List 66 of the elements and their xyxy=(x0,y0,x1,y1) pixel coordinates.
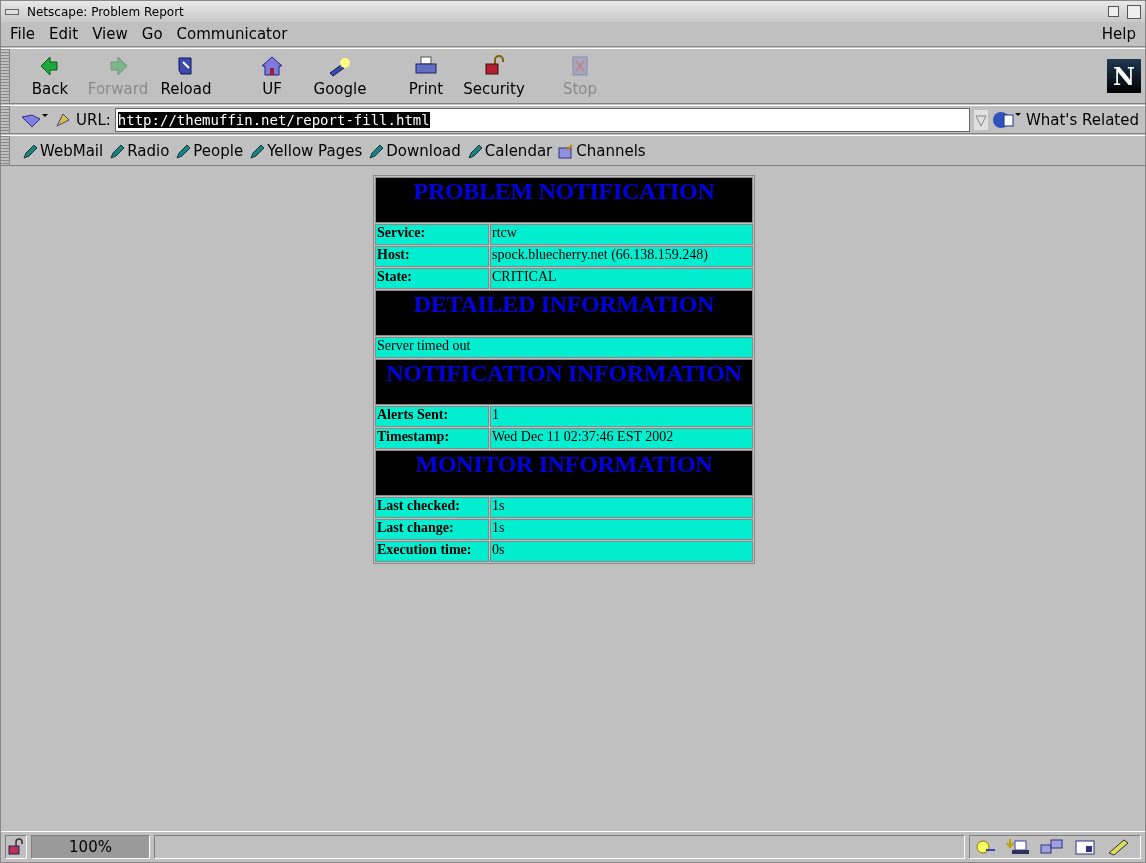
section-heading: PROBLEM NOTIFICATION xyxy=(375,177,753,223)
folder-icon xyxy=(558,142,575,159)
field-value: CRITICAL xyxy=(490,268,753,289)
bookmark-link[interactable]: Yellow Pages xyxy=(249,141,363,160)
field-label: Execution time: xyxy=(375,541,489,562)
bookmark-link[interactable]: Radio xyxy=(109,141,170,160)
menu-item[interactable]: File xyxy=(5,24,41,44)
bookmark-link[interactable]: WebMail xyxy=(22,141,104,160)
field-value: 0s xyxy=(490,541,753,562)
toolbar-grip[interactable] xyxy=(1,106,10,133)
window-menu-button[interactable] xyxy=(5,8,19,15)
url-field[interactable]: http://themuffin.net/report-fill.html xyxy=(114,107,970,132)
field-label: Last change: xyxy=(375,519,489,540)
padlock-icon xyxy=(6,838,26,856)
toolbar-grip[interactable] xyxy=(1,49,10,103)
toolbar-button[interactable]: UF xyxy=(238,52,306,100)
toolbar-button[interactable]: Print xyxy=(392,52,460,100)
chat-bubbles-icon[interactable] xyxy=(1040,838,1064,856)
bookmark-link[interactable]: Download xyxy=(368,141,461,160)
toolbar-button[interactable]: Security xyxy=(460,52,528,100)
menu-item[interactable]: Communicator xyxy=(171,24,293,44)
field-label: Alerts Sent: xyxy=(375,406,489,427)
house-icon xyxy=(259,54,285,78)
field-value: rtcw xyxy=(490,224,753,245)
menu-item[interactable]: Edit xyxy=(44,24,84,44)
minimize-button[interactable] xyxy=(1108,6,1119,17)
section-heading: NOTIFICATION INFORMATION xyxy=(375,359,753,405)
menu-item[interactable]: Go xyxy=(136,24,168,44)
section-heading: DETAILED INFORMATION xyxy=(375,290,753,336)
browser-logo: N xyxy=(1107,59,1141,93)
toolbar-button[interactable]: Reload xyxy=(152,52,220,100)
field-value: 1 xyxy=(490,406,753,427)
bookmark-link[interactable]: People xyxy=(175,141,244,160)
location-label: URL: xyxy=(76,110,111,129)
whats-related-button[interactable]: What's Related xyxy=(991,109,1145,130)
field-label: Service: xyxy=(375,224,489,245)
zoom-indicator: 100% xyxy=(31,835,150,859)
field-label: Host: xyxy=(375,246,489,267)
bookmark-icon xyxy=(368,142,385,159)
bookmark-icon xyxy=(22,142,38,159)
field-value: Wed Dec 11 02:37:46 EST 2002 xyxy=(490,428,753,449)
detail-text: Server timed out xyxy=(375,337,753,358)
field-value: 1s xyxy=(490,519,753,540)
field-label: State: xyxy=(375,268,489,289)
window-title: Netscape: Problem Report xyxy=(27,4,185,19)
field-label: Last checked: xyxy=(375,497,489,518)
toolbar-grip[interactable] xyxy=(1,136,10,165)
menu-item[interactable]: View xyxy=(87,24,133,44)
bookmark-link[interactable]: Channels xyxy=(558,141,646,160)
toolbar-button[interactable]: Google xyxy=(306,52,374,100)
bookmark-icon xyxy=(109,142,126,159)
address-card-icon[interactable] xyxy=(1074,838,1096,856)
field-value: spock.bluecherry.net (66.138.159.248) xyxy=(490,246,753,267)
bookmark-icon xyxy=(175,142,192,159)
field-value: 1s xyxy=(490,497,753,518)
field-label: Timestamp: xyxy=(375,428,489,449)
section-heading: MONITOR INFORMATION xyxy=(375,450,753,496)
bookmark-icon xyxy=(249,142,266,159)
globe-icon xyxy=(991,109,1022,130)
bookmark-icon xyxy=(466,142,483,159)
menu-item[interactable]: Help xyxy=(1096,24,1141,44)
maximize-button[interactable] xyxy=(1127,4,1141,19)
inbox-icon[interactable] xyxy=(1006,838,1030,856)
security-status-button[interactable] xyxy=(5,835,27,859)
toolbar-button[interactable]: Back xyxy=(16,52,84,100)
bookmark-link[interactable]: Calendar xyxy=(466,141,553,160)
